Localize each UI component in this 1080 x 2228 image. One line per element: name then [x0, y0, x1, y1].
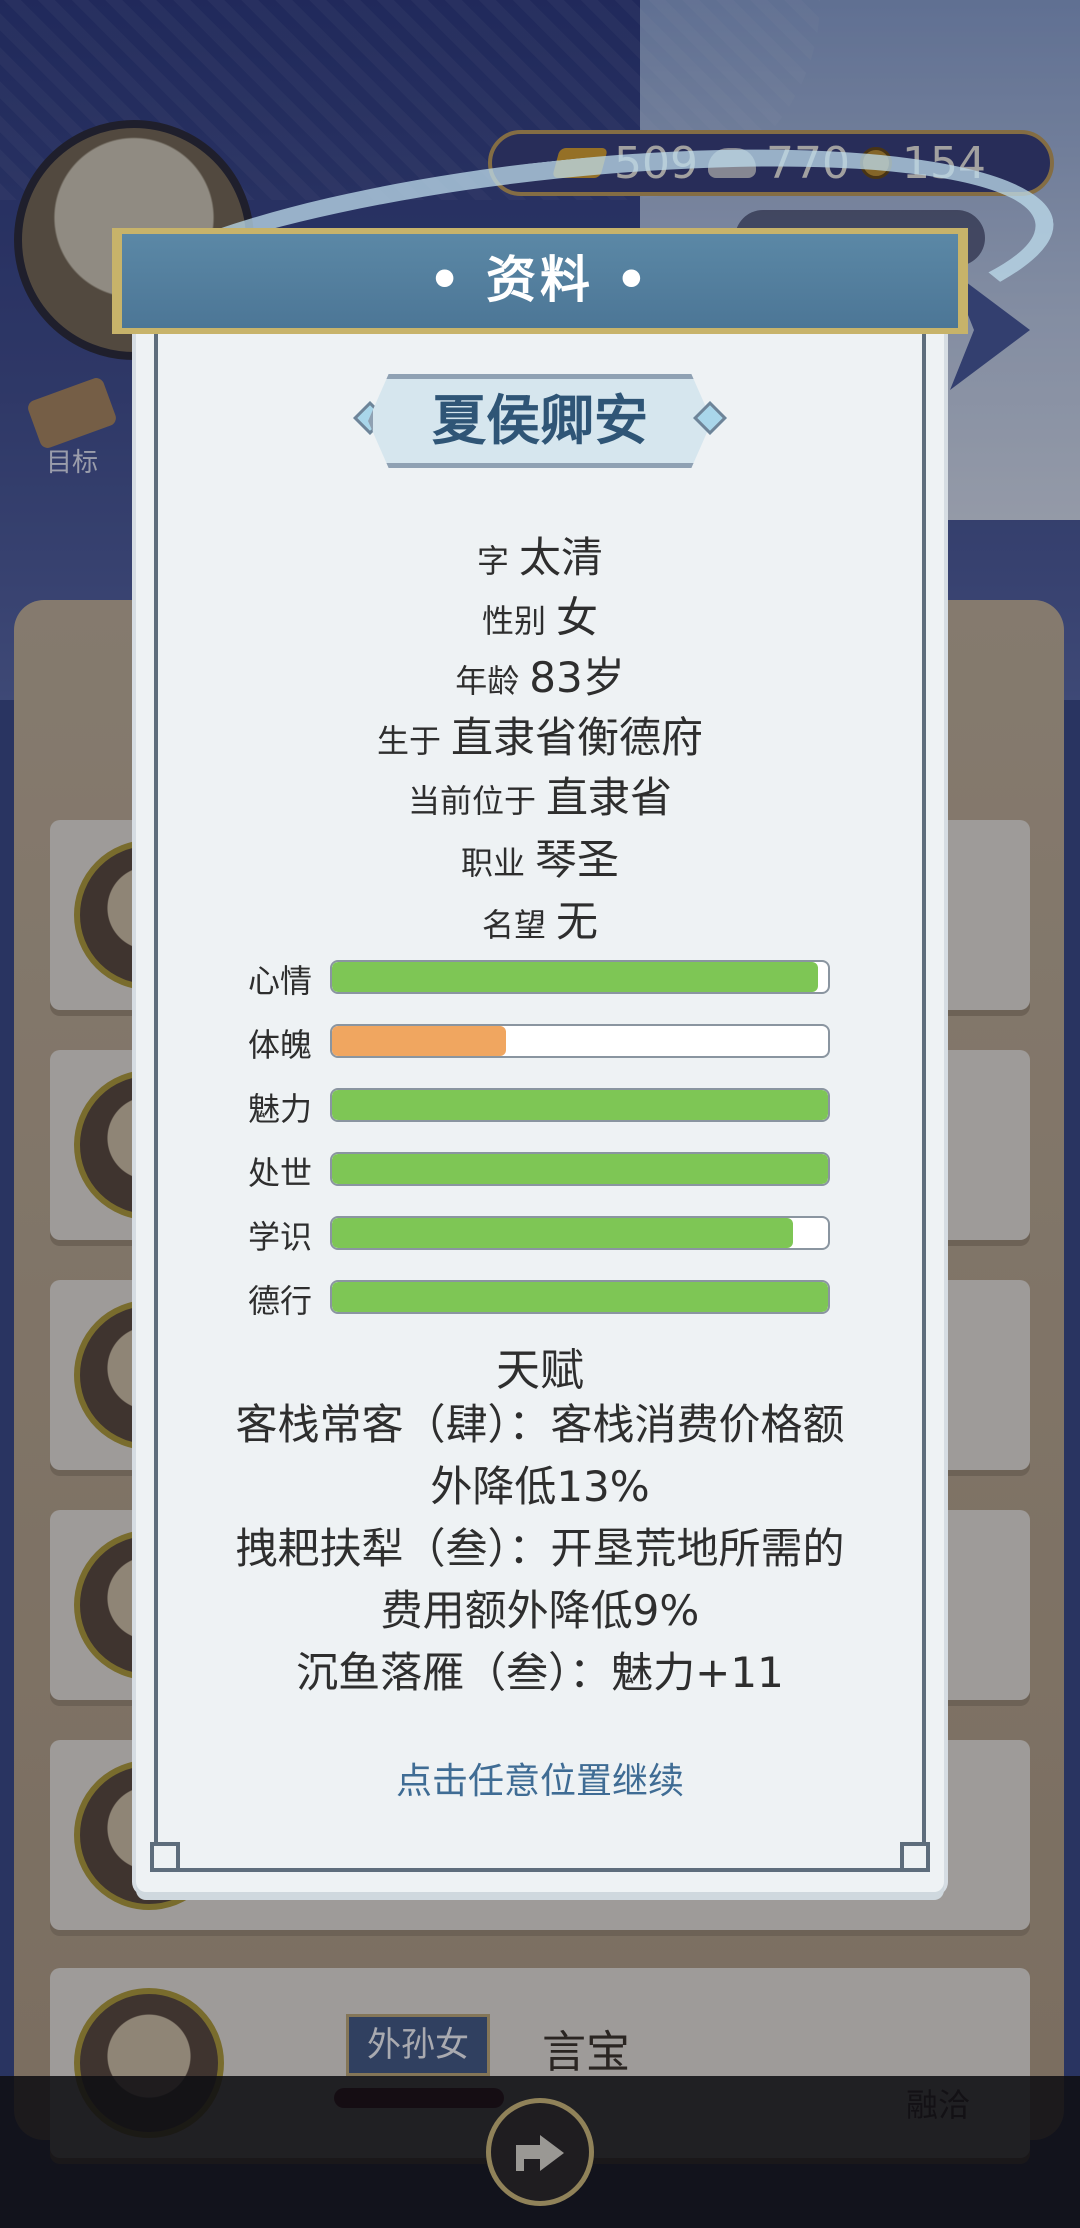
- birthplace-line: 生于 直隶省衡德府: [376, 713, 704, 762]
- talent-line: 沉鱼落雁（叁）：魅力+11: [296, 1648, 784, 1697]
- talent-line: 拽耙扶犁（叁）：开垦荒地所需的: [235, 1524, 845, 1573]
- stat-physique: 体魄: [248, 1024, 832, 1064]
- stat-fill: [332, 1090, 828, 1120]
- stat-track: [330, 1088, 830, 1122]
- stat-mood: 心情: [248, 960, 832, 1000]
- stat-track: [330, 1024, 830, 1058]
- talent-heading: 天赋: [496, 1345, 584, 1396]
- stat-charm: 魅力: [248, 1088, 832, 1128]
- stat-knowledge: 学识: [248, 1216, 832, 1256]
- stat-track: [330, 960, 830, 994]
- stat-fill: [332, 962, 819, 992]
- character-name: 夏侯卿安: [368, 374, 712, 468]
- modal-title: • 资料 •: [428, 251, 652, 309]
- stat-track: [330, 1280, 830, 1314]
- talent-line: 费用额外降低9%: [380, 1586, 700, 1635]
- stat-fill: [332, 1026, 506, 1056]
- corner-ornament: [150, 1842, 180, 1872]
- stat-social: 处世: [248, 1152, 832, 1192]
- corner-ornament: [900, 1842, 930, 1872]
- gender-line: 性别女: [481, 593, 599, 642]
- talent-line: 外降低13%: [430, 1462, 650, 1511]
- age-line: 年龄 83岁: [455, 653, 625, 702]
- stat-track: [330, 1152, 830, 1186]
- tap-to-continue-hint[interactable]: 点击任意位置继续: [136, 1752, 944, 1804]
- stat-track: [330, 1216, 830, 1250]
- stat-virtue: 德行: [248, 1280, 832, 1320]
- stat-fill: [332, 1282, 828, 1312]
- reputation-line: 名望无: [481, 897, 599, 946]
- courtesy-name-line: 字太清: [476, 533, 604, 582]
- current-location-line: 当前位于 直隶省: [407, 773, 673, 822]
- talent-line: 客栈常客（肆）：客栈消费价格额: [235, 1400, 845, 1449]
- stat-fill: [332, 1154, 828, 1184]
- stat-fill: [332, 1218, 794, 1248]
- occupation-line: 职业 琴圣: [460, 835, 620, 884]
